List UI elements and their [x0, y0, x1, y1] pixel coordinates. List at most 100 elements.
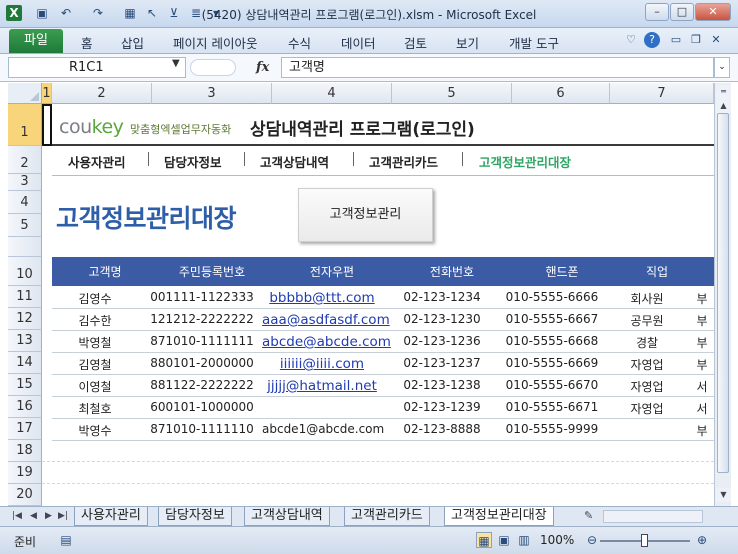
row-header-5[interactable]: 5 [8, 214, 42, 237]
row-header-1[interactable]: 1 [8, 104, 42, 146]
sheet-tab-manager-info[interactable]: 담당자정보 [158, 507, 232, 526]
nav-user-management[interactable]: 사용자관리 [68, 152, 126, 171]
row-header-15[interactable]: 15 [8, 374, 42, 396]
row-header-11[interactable]: 11 [8, 286, 42, 308]
sheet-tab-consult-history[interactable]: 고객상담내역 [244, 507, 330, 526]
coukey-logo: coukey [59, 116, 124, 138]
workbook-close-icon[interactable]: ✕ [708, 32, 724, 48]
page-layout-view-icon[interactable]: ▣ [496, 532, 512, 548]
row-header-14[interactable]: 14 [8, 352, 42, 374]
table-row-divider [52, 308, 714, 309]
nav-manager-info[interactable]: 담당자정보 [164, 152, 222, 171]
maximize-button[interactable]: □ [670, 3, 694, 21]
nav-customer-card[interactable]: 고객관리카드 [369, 152, 438, 171]
cell-email[interactable]: iiiiii@iiii.com [262, 356, 382, 372]
row-header-17[interactable]: 17 [8, 418, 42, 440]
row-header-hidden[interactable] [8, 237, 42, 257]
tab-file[interactable]: 파일 [9, 29, 63, 53]
column-header-1[interactable]: 1 [42, 83, 52, 104]
page-break-view-icon[interactable]: ▥ [516, 532, 532, 548]
vertical-scrollbar[interactable]: ═ ▲ ▼ [714, 83, 731, 506]
tab-review[interactable]: 검토 [404, 33, 427, 52]
row-header-10[interactable]: 10 [8, 257, 42, 286]
nav-consult-history[interactable]: 고객상담내역 [260, 152, 329, 171]
insert-sheet-icon[interactable]: ✎ [584, 509, 593, 522]
scroll-up-icon[interactable]: ▲ [716, 99, 731, 113]
window-title: (5420) 상담내역관리 프로그램(로그인).xlsm - Microsoft… [201, 8, 537, 22]
column-header-4[interactable]: 4 [272, 83, 392, 104]
row-header-19[interactable]: 19 [8, 462, 42, 484]
select-all-corner[interactable] [8, 83, 42, 104]
row-header-3[interactable]: 3 [8, 174, 42, 191]
cell-rrn: 880101-2000000 [150, 356, 254, 370]
active-cell-r1c1[interactable] [42, 104, 52, 146]
formula-input[interactable]: 고객명 [281, 57, 714, 78]
zoom-out-icon[interactable]: ⊖ [584, 532, 600, 548]
column-header-5[interactable]: 5 [392, 83, 512, 104]
horizontal-scrollbar[interactable] [603, 510, 703, 523]
cell-rrn: 001111-1122333 [150, 290, 254, 304]
zoom-in-icon[interactable]: ⊕ [694, 532, 710, 548]
tab-data[interactable]: 데이터 [341, 33, 376, 52]
nav-customer-ledger[interactable]: 고객정보관리대장 [479, 152, 571, 171]
cell-extra: 부 [696, 292, 708, 306]
last-sheet-icon[interactable]: ▶| [58, 511, 68, 521]
tab-formulas[interactable]: 수식 [288, 33, 311, 52]
cell-phone: 02-123-1238 [403, 378, 481, 392]
tab-home[interactable]: 홈 [81, 33, 93, 52]
row-header-2[interactable]: 2 [8, 146, 42, 174]
macro-record-icon[interactable]: ▤ [58, 532, 74, 548]
column-header-2[interactable]: 2 [52, 83, 152, 104]
workbook-minimize-icon[interactable]: ▭ [668, 32, 684, 48]
ribbon-collapse-icon[interactable]: ♡ [623, 32, 639, 48]
row-header-16[interactable]: 16 [8, 396, 42, 418]
close-button[interactable]: ✕ [695, 3, 731, 21]
insert-function-icon[interactable]: fx [256, 60, 269, 75]
help-icon[interactable]: ? [644, 32, 660, 48]
expand-formula-bar-icon[interactable]: ⌄ [714, 57, 730, 78]
prev-sheet-icon[interactable]: ◀ [30, 511, 37, 521]
cell-job: 자영업 [630, 402, 664, 416]
sheet-tab-customer-ledger[interactable]: 고객정보관리대장 [444, 507, 554, 526]
row-header-18[interactable]: 18 [8, 440, 42, 462]
cell-job: 공무원 [630, 314, 664, 328]
column-header-7[interactable]: 7 [610, 83, 714, 104]
zoom-level[interactable]: 100% [540, 533, 574, 547]
status-ready: 준비 [14, 535, 37, 549]
minimize-button[interactable]: – [645, 3, 669, 21]
customer-manage-button[interactable]: 고객정보관리 [298, 188, 433, 242]
cell-name: 박영철 [78, 336, 112, 350]
cell-email[interactable]: abcde@abcde.com [262, 334, 391, 350]
scroll-down-icon[interactable]: ▼ [716, 488, 731, 502]
row-header-12[interactable]: 12 [8, 308, 42, 330]
column-header-3[interactable]: 3 [152, 83, 272, 104]
row-header-13[interactable]: 13 [8, 330, 42, 352]
name-box[interactable]: R1C1 [8, 57, 186, 78]
row-header-4[interactable]: 4 [8, 191, 42, 214]
header-phone: 전화번호 [429, 265, 475, 279]
cell-email[interactable]: aaa@asdfasdf.com [262, 312, 390, 328]
tab-developer[interactable]: 개발 도구 [509, 33, 559, 52]
cell-name: 김수한 [78, 314, 112, 328]
cell-extra: 서 [696, 402, 708, 416]
chevron-down-icon[interactable]: ▼ [172, 58, 180, 69]
scroll-split-icon[interactable]: ═ [716, 85, 731, 99]
sheet-tab-user-management[interactable]: 사용자관리 [74, 507, 148, 526]
page-title: 고객정보관리대장 [56, 204, 237, 233]
next-sheet-icon[interactable]: ▶ [45, 511, 52, 521]
header-rrn: 주민등록번호 [178, 265, 246, 279]
cell-email[interactable]: bbbbb@ttt.com [262, 290, 382, 306]
vertical-scroll-thumb[interactable] [717, 113, 729, 473]
sheet-tab-customer-card[interactable]: 고객관리카드 [344, 507, 430, 526]
worksheet[interactable]: coukey 맞춤형엑셀업무자동화 상담내역관리 프로그램(로그인) 사용자관리… [42, 104, 714, 506]
tab-view[interactable]: 보기 [456, 33, 479, 52]
tab-insert[interactable]: 삽입 [121, 33, 144, 52]
first-sheet-icon[interactable]: |◀ [12, 511, 22, 521]
column-header-6[interactable]: 6 [512, 83, 610, 104]
zoom-slider-knob[interactable] [641, 534, 648, 547]
row-header-20[interactable]: 20 [8, 484, 42, 506]
normal-view-icon[interactable]: ▦ [476, 532, 492, 548]
cell-email[interactable]: jjjjj@hatmail.net [262, 378, 382, 394]
tab-page-layout[interactable]: 페이지 레이아웃 [173, 33, 257, 52]
workbook-restore-icon[interactable]: ❐ [688, 32, 704, 48]
